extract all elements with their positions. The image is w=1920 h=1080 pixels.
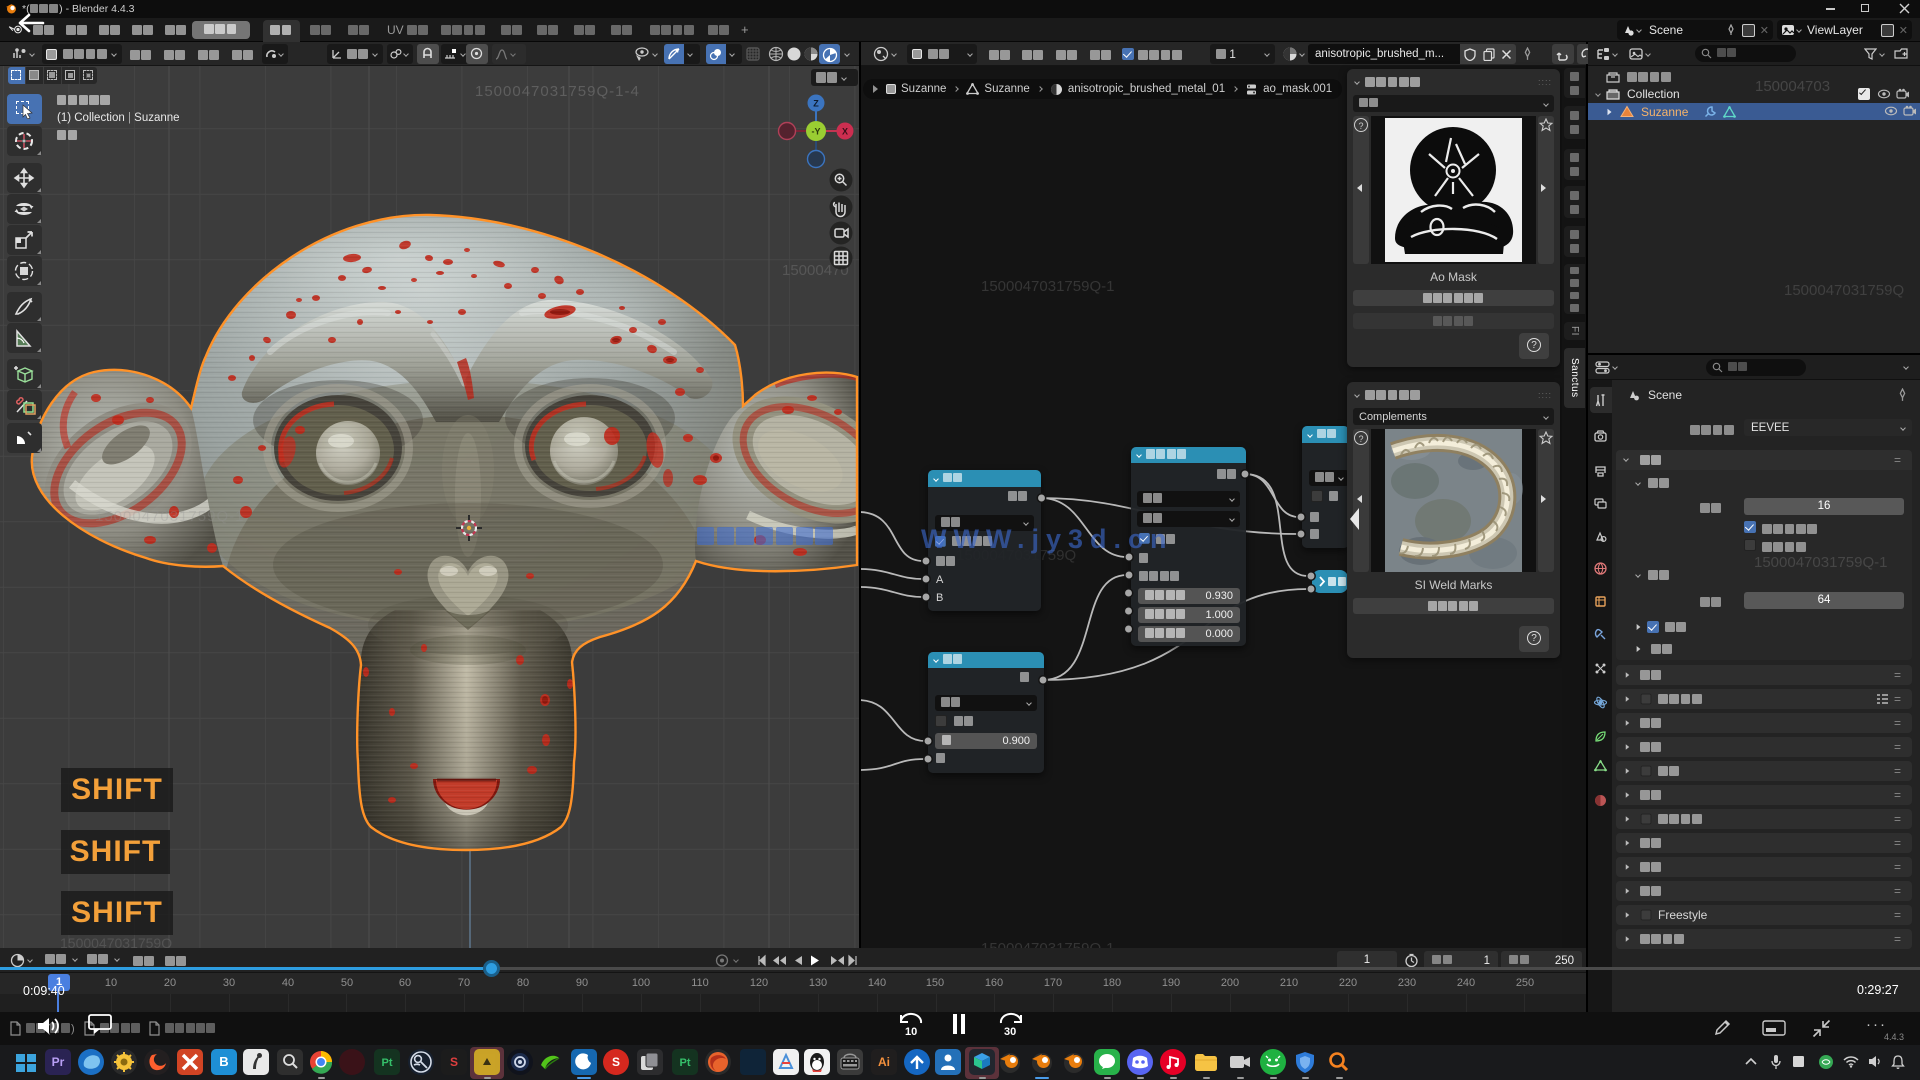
svg-text:10: 10	[905, 1026, 917, 1038]
svg-text:30: 30	[1004, 1026, 1016, 1038]
svg-text:X: X	[842, 126, 848, 136]
svg-text:-Y: -Y	[812, 127, 821, 137]
svg-text:Z: Z	[813, 98, 819, 108]
